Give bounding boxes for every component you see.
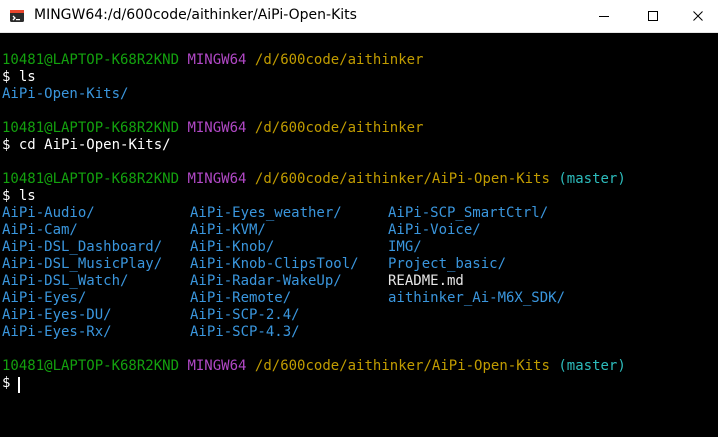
- command-text: ls: [18, 69, 36, 85]
- text-cursor: [18, 377, 20, 393]
- listing-entry: AiPi-SCP-4.3/: [190, 324, 300, 340]
- prompt-user: 10481@LAPTOP-K68R2KND: [2, 358, 180, 374]
- command-text: ls: [18, 188, 36, 204]
- prompt-line-4: 10481@LAPTOP-K68R2KND MINGW64 /d/600code…: [2, 358, 626, 375]
- listing-entry: IMG/: [388, 239, 422, 255]
- terminal-output[interactable]: 10481@LAPTOP-K68R2KND MINGW64 /d/600code…: [0, 33, 718, 437]
- close-button[interactable]: [675, 0, 718, 33]
- listing-entry: AiPi-SCP_SmartCtrl/: [388, 205, 549, 221]
- listing-entry: AiPi-Audio/: [2, 205, 95, 221]
- prompt-line-3: 10481@LAPTOP-K68R2KND MINGW64 /d/600code…: [2, 171, 626, 188]
- command-text: cd AiPi-Open-Kits/: [18, 137, 171, 153]
- listing-entry: AiPi-KVM/: [190, 222, 266, 238]
- listing-entry: AiPi-Knob-ClipsTool/: [190, 256, 359, 272]
- prompt-env: MINGW64: [187, 52, 247, 68]
- listing-entry: AiPi-Knob/: [190, 239, 275, 255]
- maximize-button[interactable]: [630, 0, 676, 33]
- prompt-env: MINGW64: [187, 120, 247, 136]
- prompt-symbol: $: [2, 375, 11, 391]
- listing-entry: Project_basic/: [388, 256, 507, 272]
- git-branch: (master): [558, 171, 626, 187]
- minimize-icon: [599, 16, 609, 17]
- listing-entry: AiPi-Eyes-DU/: [2, 307, 112, 323]
- title-bar[interactable]: MINGW64:/d/600code/aithinker/AiPi-Open-K…: [0, 0, 718, 33]
- listing-entry: AiPi-Radar-WakeUp/: [190, 273, 342, 289]
- listing-entry: AiPi-DSL_Watch/: [2, 273, 129, 289]
- prompt-path: /d/600code/aithinker/AiPi-Open-Kits: [254, 171, 550, 187]
- prompt-line-1: 10481@LAPTOP-K68R2KND MINGW64 /d/600code…: [2, 52, 423, 69]
- prompt-user: 10481@LAPTOP-K68R2KND: [2, 120, 180, 136]
- git-bash-icon: [10, 10, 24, 22]
- close-icon: [693, 11, 703, 21]
- listing-entry: AiPi-SCP-2.4/: [190, 307, 300, 323]
- prompt-path: /d/600code/aithinker: [254, 120, 424, 136]
- prompt-path: /d/600code/aithinker: [254, 52, 424, 68]
- command-line-4[interactable]: $: [2, 375, 10, 392]
- listing-entry: aithinker_Ai-M6X_SDK/: [388, 290, 566, 306]
- window-title: MINGW64:/d/600code/aithinker/AiPi-Open-K…: [34, 7, 357, 23]
- listing-entry: AiPi-Eyes_weather/: [190, 205, 342, 221]
- prompt-user: 10481@LAPTOP-K68R2KND: [2, 52, 180, 68]
- listing-entry: AiPi-Voice/: [388, 222, 481, 238]
- git-branch: (master): [558, 358, 626, 374]
- listing-file: README.md: [388, 273, 464, 289]
- listing-entry: AiPi-Remote/: [190, 290, 292, 306]
- prompt-env: MINGW64: [187, 171, 247, 187]
- terminal-window: MINGW64:/d/600code/aithinker/AiPi-Open-K…: [0, 0, 718, 437]
- command-line-3: $ ls: [2, 188, 36, 205]
- output-dir: AiPi-Open-Kits/: [2, 86, 129, 102]
- prompt-symbol: $: [2, 188, 11, 204]
- maximize-icon: [648, 11, 658, 21]
- listing-entry: AiPi-Eyes-Rx/: [2, 324, 112, 340]
- prompt-path: /d/600code/aithinker/AiPi-Open-Kits: [254, 358, 550, 374]
- prompt-symbol: $: [2, 69, 11, 85]
- command-line-2: $ cd AiPi-Open-Kits/: [2, 137, 171, 154]
- listing-entry: AiPi-DSL_Dashboard/: [2, 239, 163, 255]
- minimize-button[interactable]: [581, 0, 627, 33]
- listing-entry: AiPi-Cam/: [2, 222, 78, 238]
- listing-entry: AiPi-Eyes/: [2, 290, 87, 306]
- prompt-env: MINGW64: [187, 358, 247, 374]
- command-line-1: $ ls: [2, 69, 36, 86]
- prompt-symbol: $: [2, 137, 11, 153]
- prompt-line-2: 10481@LAPTOP-K68R2KND MINGW64 /d/600code…: [2, 120, 423, 137]
- prompt-user: 10481@LAPTOP-K68R2KND: [2, 171, 180, 187]
- listing-entry: AiPi-DSL_MusicPlay/: [2, 256, 163, 272]
